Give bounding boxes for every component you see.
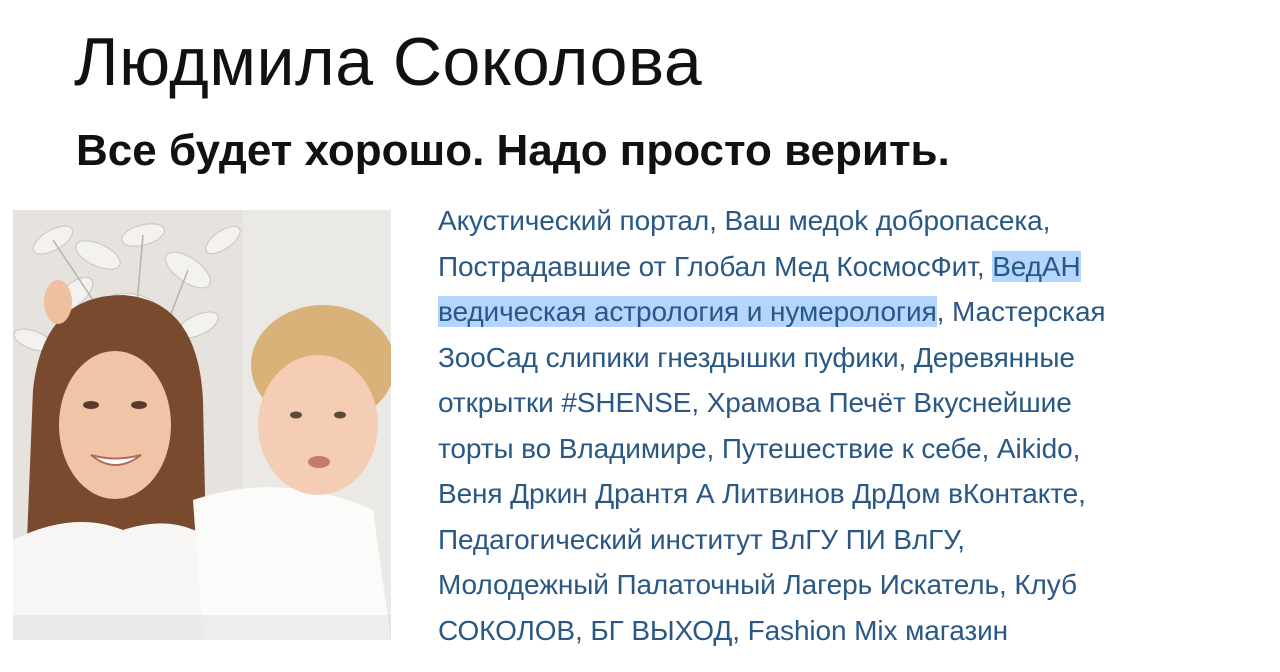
profile-status: Все будет хорошо. Надо просто верить.	[76, 126, 950, 175]
group-link[interactable]: Педагогический институт ВлГУ ПИ ВлГУ	[438, 524, 957, 555]
separator: ,	[976, 250, 993, 282]
groups-line: ЗооСад слипики гнездышки пуфики, Деревян…	[438, 335, 1258, 381]
separator: ,	[691, 387, 707, 418]
group-link[interactable]: БГ ВЫХОД	[590, 615, 732, 646]
groups-list: Акустический портал, Ваш медоk добропасе…	[438, 198, 1258, 653]
groups-line: Пострадавшие от Глобал Мед КосмосФит, Ве…	[438, 244, 1258, 290]
group-link[interactable]: Молодежный Палаточный Лагерь Искатель	[438, 569, 999, 600]
groups-line: Веня Дркин Дрантя А Литвинов ДрДом вКонт…	[438, 471, 1258, 517]
separator: ,	[709, 205, 725, 236]
group-link[interactable]: Деревянные	[914, 342, 1075, 373]
profile-photo[interactable]	[13, 210, 391, 640]
separator: ,	[981, 432, 997, 464]
group-link[interactable]: Акустический портал	[438, 205, 709, 236]
group-link[interactable]: ЗооСад слипики гнездышки пуфики	[438, 342, 899, 373]
group-link[interactable]: Ваш медоk добропасека	[724, 205, 1042, 236]
groups-line: открытки #SHENSE, Храмова Печёт Вкуснейш…	[438, 380, 1258, 426]
groups-line: СОКОЛОВ, БГ ВЫХОД, Fashion Mix магазин	[438, 608, 1258, 654]
group-link[interactable]: открытки #SHENSE	[438, 387, 691, 418]
separator: ,	[957, 523, 965, 555]
group-link[interactable]: Клуб	[1014, 569, 1077, 600]
group-link-selected[interactable]: ведическая астрология и нумерология	[438, 296, 937, 327]
separator: ,	[1042, 205, 1051, 236]
separator: ,	[936, 296, 953, 327]
group-link[interactable]: Aikido	[997, 433, 1073, 464]
separator: ,	[732, 614, 748, 646]
separator: ,	[1078, 478, 1086, 509]
separator: ,	[574, 614, 591, 646]
profile-name: Людмила Соколова	[74, 24, 703, 100]
group-link-selected[interactable]: ВедАН	[992, 250, 1081, 282]
separator: ,	[998, 569, 1015, 600]
group-link[interactable]: Веня Дркин Дрантя А Литвинов ДрДом вКонт…	[438, 478, 1078, 509]
group-link[interactable]: Пострадавшие от Глобал Мед КосмосФит	[438, 251, 977, 282]
groups-line: ведическая астрология и нумерология, Мас…	[438, 289, 1258, 335]
group-link[interactable]: торты во Владимире	[438, 433, 707, 464]
group-link[interactable]: Мастерская	[952, 296, 1106, 327]
groups-line: Акустический портал, Ваш медоk добропасе…	[438, 198, 1258, 244]
group-link[interactable]: Храмова Печёт Вкуснейшие	[707, 387, 1072, 418]
group-link[interactable]: СОКОЛОВ	[438, 615, 575, 646]
separator: ,	[898, 341, 914, 373]
group-link[interactable]: Fashion Mix магазин	[748, 615, 1009, 646]
group-link[interactable]: Путешествие к себе	[722, 433, 982, 464]
separator: ,	[1072, 432, 1081, 464]
profile-page: Людмила Соколова Все будет хорошо. Надо …	[0, 0, 1280, 672]
separator: ,	[706, 432, 722, 464]
groups-line: торты во Владимире, Путешествие к себе, …	[438, 426, 1258, 472]
groups-line: Молодежный Палаточный Лагерь Искатель, К…	[438, 562, 1258, 608]
groups-line: Педагогический институт ВлГУ ПИ ВлГУ,	[438, 517, 1258, 563]
